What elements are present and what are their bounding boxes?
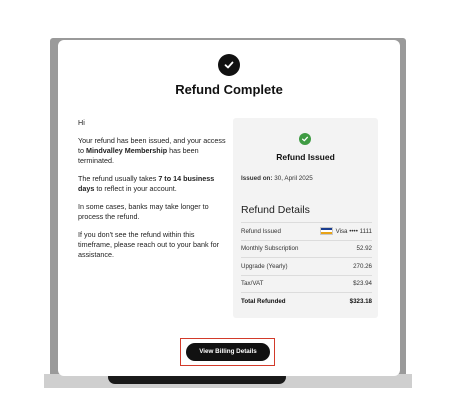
detail-row-tax: Tax/VAT $23.94 (241, 274, 372, 293)
greeting: Hi (78, 118, 85, 127)
detail-row-monthly-subscription: Monthly Subscription 52.92 (241, 239, 372, 258)
refund-message: Hi Your refund has been issued, and your… (78, 118, 228, 268)
refund-summary-card: Refund Issued Issued on: 30, April 2025 … (233, 118, 378, 318)
message-paragraph-2: The refund usually takes 7 to 14 busines… (78, 174, 215, 193)
detail-row-upgrade: Upgrade (Yearly) 270.26 (241, 257, 372, 275)
issued-on-date: 30, April 2025 (274, 175, 313, 182)
visa-card-icon (319, 227, 333, 236)
view-billing-details-button[interactable]: View Billing Details (186, 343, 270, 361)
refund-details-list: Refund Issued Visa •••• 1111 Monthly Sub… (241, 222, 372, 310)
card-number: Visa •••• 1111 (335, 227, 372, 235)
issued-on: Issued on: 30, April 2025 (241, 175, 313, 182)
message-paragraph-4: If you don't see the refund within this … (78, 230, 220, 259)
product-name: Mindvalley Membership (86, 146, 168, 155)
detail-row-total: Total Refunded $323.18 (241, 292, 372, 310)
message-paragraph-1: Your refund has been issued, and your ac… (78, 136, 226, 165)
check-circle-icon (218, 54, 240, 76)
message-paragraph-3: In some cases, banks may take longer to … (78, 202, 209, 221)
details-title: Refund Details (241, 204, 310, 216)
refund-modal: Refund Complete Hi Your refund has been … (58, 40, 400, 376)
detail-row-refund-issued: Refund Issued Visa •••• 1111 (241, 222, 372, 240)
card-title: Refund Issued (276, 152, 335, 162)
check-circle-green-icon (299, 133, 311, 145)
modal-title: Refund Complete (175, 82, 283, 97)
